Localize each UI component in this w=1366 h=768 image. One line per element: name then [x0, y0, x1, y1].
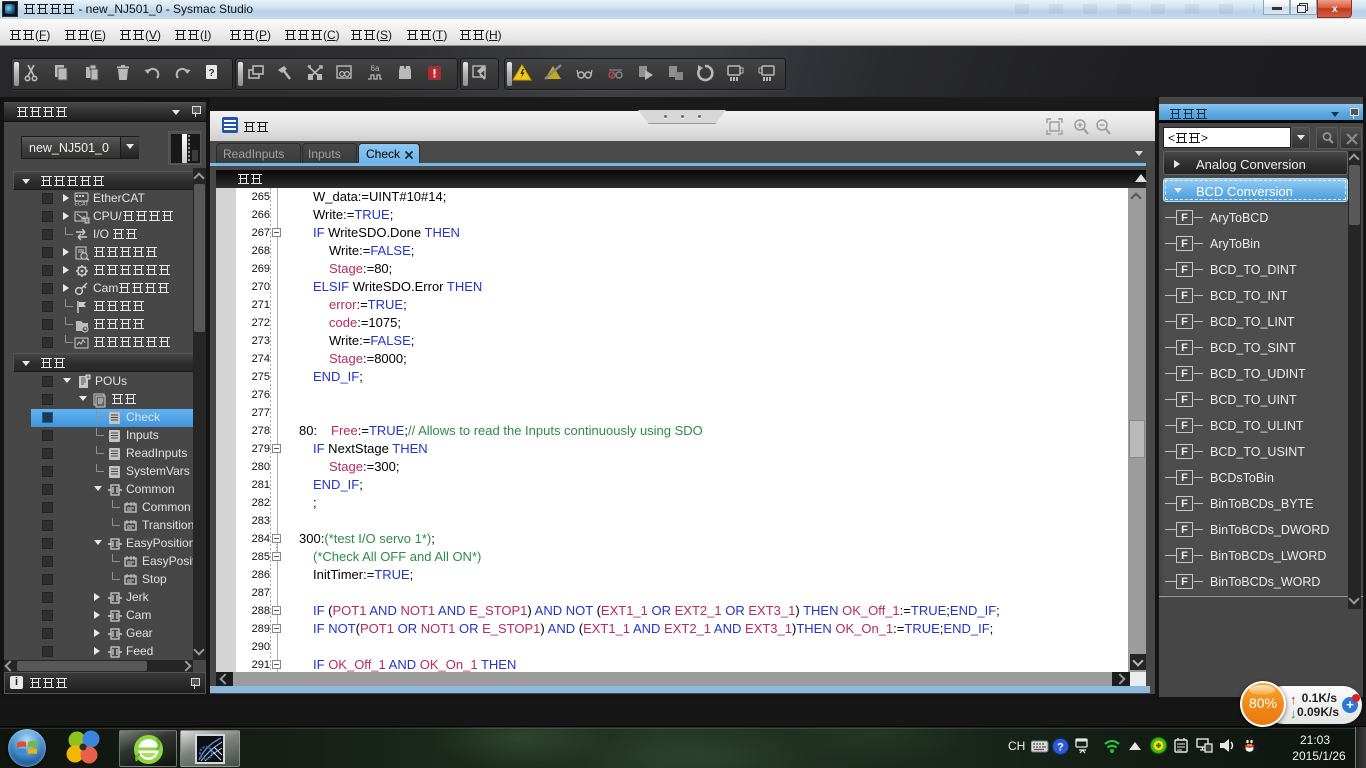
- svg-text:?: ?: [1057, 742, 1064, 754]
- svg-text:ECAT: ECAT: [74, 202, 89, 208]
- svg-text:6a: 6a: [371, 64, 380, 73]
- svg-text:?: ?: [208, 68, 214, 79]
